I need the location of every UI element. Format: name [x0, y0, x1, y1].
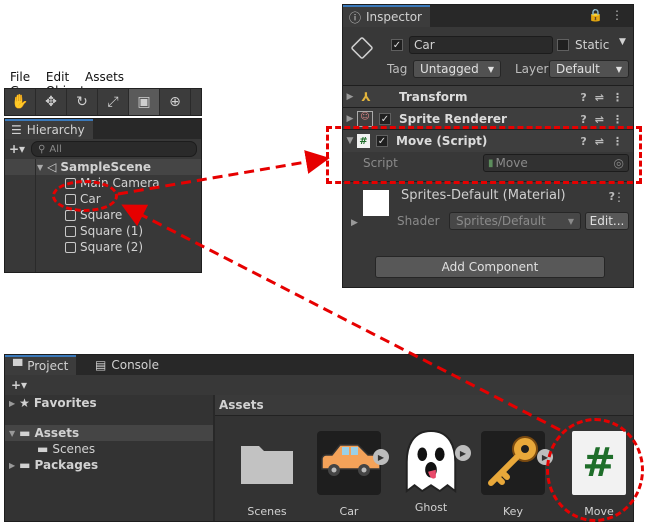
arrow-to-inspector — [117, 150, 330, 196]
annotation-arrows — [117, 150, 561, 432]
arrow-to-car — [121, 204, 561, 432]
